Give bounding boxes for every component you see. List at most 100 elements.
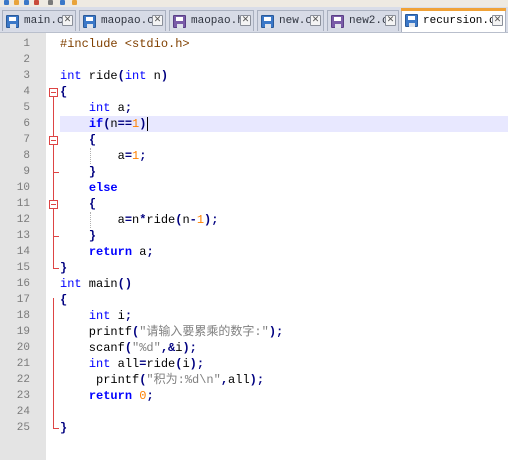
code-token: int xyxy=(88,101,111,115)
close-icon[interactable]: ✕ xyxy=(240,15,251,26)
tab-label: recursion.c xyxy=(423,14,496,27)
fold-toggle-icon[interactable] xyxy=(49,200,58,209)
code-line[interactable]: 23 return 0; xyxy=(0,388,508,404)
line-number: 2 xyxy=(23,54,30,66)
line-number: 7 xyxy=(23,134,30,146)
tab-new2-c[interactable]: new2.c ✕ xyxy=(327,10,399,31)
save-icon xyxy=(261,14,274,28)
line-number: 12 xyxy=(16,214,30,226)
code-text: scanf("%d",&i); xyxy=(60,340,508,356)
line-number: 4 xyxy=(23,86,30,98)
save-icon xyxy=(405,14,418,27)
line-number: 20 xyxy=(16,342,30,354)
code-token: "%d" xyxy=(132,341,161,355)
close-icon[interactable]: ✕ xyxy=(492,15,503,26)
code-line[interactable]: 24 xyxy=(0,404,508,420)
code-line[interactable]: 8 a=1; xyxy=(0,148,508,164)
line-number: 8 xyxy=(23,150,30,162)
code-token: 1 xyxy=(196,213,205,227)
code-line[interactable]: 18 int i; xyxy=(0,308,508,324)
code-line[interactable]: 22 printf("积为:%d\n",all); xyxy=(0,372,508,388)
code-line[interactable]: 15} xyxy=(0,260,508,276)
line-number: 24 xyxy=(16,406,30,418)
fold-toggle-icon[interactable] xyxy=(49,88,58,97)
close-icon[interactable]: ✕ xyxy=(62,15,73,26)
close-icon[interactable]: ✕ xyxy=(152,15,163,26)
code-token: ; xyxy=(146,389,154,403)
code-token: scanf xyxy=(60,341,125,355)
code-line[interactable]: 10 else xyxy=(0,180,508,196)
line-number: 11 xyxy=(16,198,30,210)
code-line[interactable]: 12 a=n*ride(n-1); xyxy=(0,212,508,228)
code-text: { xyxy=(60,292,508,308)
code-token: int xyxy=(88,357,111,371)
line-number: 1 xyxy=(23,38,30,50)
code-line[interactable]: 20 scanf("%d",&i); xyxy=(0,340,508,356)
tab-label: new.c xyxy=(279,15,313,27)
code-line[interactable]: 6 if(n==1) xyxy=(0,116,508,132)
code-line[interactable]: 19 printf("请输入要累乘的数字:"); xyxy=(0,324,508,340)
code-line[interactable]: 14 return a; xyxy=(0,244,508,260)
fold-end xyxy=(53,236,59,237)
close-icon[interactable]: ✕ xyxy=(310,15,321,26)
code-line[interactable]: 17 { xyxy=(0,292,508,308)
code-token: { xyxy=(88,197,97,211)
tab-new-c[interactable]: new.c ✕ xyxy=(257,10,324,31)
code-line[interactable]: 21 int all=ride(i); xyxy=(0,356,508,372)
code-line[interactable]: 7 { xyxy=(0,132,508,148)
code-text: } xyxy=(60,420,508,436)
code-line[interactable]: 11 { xyxy=(0,196,508,212)
code-token: ); xyxy=(204,213,219,227)
code-line[interactable]: 4{ xyxy=(0,84,508,100)
code-token: { xyxy=(60,85,68,99)
indent-guide xyxy=(89,212,91,228)
fold-line xyxy=(53,209,54,236)
code-token: ); xyxy=(268,325,284,339)
code-token: else xyxy=(88,181,118,195)
code-line[interactable]: 3 int ride(int n) xyxy=(0,68,508,84)
code-token: ; xyxy=(124,309,133,323)
line-number: 6 xyxy=(23,118,30,130)
code-token: { xyxy=(60,293,68,307)
code-token: a xyxy=(110,101,125,115)
code-line[interactable]: 16 int main() xyxy=(0,276,508,292)
fold-line xyxy=(53,145,54,172)
code-line[interactable]: 25} xyxy=(0,420,508,436)
tab-main-c[interactable]: main.c ✕ xyxy=(2,10,76,31)
line-number: 18 xyxy=(16,310,30,322)
code-text: printf("请输入要累乘的数字:"); xyxy=(60,324,508,340)
code-token: ); xyxy=(249,373,265,387)
code-text: { xyxy=(60,196,508,212)
line-number: 15 xyxy=(16,262,30,274)
code-line[interactable]: 9 } xyxy=(0,164,508,180)
line-number: 14 xyxy=(16,246,30,258)
code-line[interactable]: 2 xyxy=(0,52,508,68)
code-line[interactable]: 5 int a; xyxy=(0,100,508,116)
save-icon xyxy=(173,14,186,28)
tab-maopao-h[interactable]: maopao.h ✕ xyxy=(169,10,254,31)
line-number: 21 xyxy=(16,358,30,370)
indent-guide xyxy=(89,148,91,164)
code-token: ,& xyxy=(160,341,176,355)
close-icon[interactable]: ✕ xyxy=(385,15,396,26)
code-token: ) xyxy=(139,117,147,131)
code-token: n xyxy=(146,69,161,83)
fold-line xyxy=(53,298,54,428)
tab-maopao-c[interactable]: maopao.c ✕ xyxy=(79,10,166,31)
code-editor[interactable]: 1 #include <stdio.h> 2 3 int ride(int n) 4{5 … xyxy=(0,33,508,460)
code-text: printf("积为:%d\n",all); xyxy=(60,372,508,388)
code-token: } xyxy=(60,261,68,275)
code-line[interactable]: 1 #include <stdio.h> xyxy=(0,36,508,52)
code-token: printf xyxy=(60,325,133,339)
fold-toggle-icon[interactable] xyxy=(49,136,58,145)
code-line[interactable]: 13 } xyxy=(0,228,508,244)
code-text: int a; xyxy=(60,100,508,116)
code-token: () xyxy=(117,277,133,291)
code-token: } xyxy=(60,421,68,435)
tab-recursion-c[interactable]: recursion.c ✕ xyxy=(401,8,506,32)
